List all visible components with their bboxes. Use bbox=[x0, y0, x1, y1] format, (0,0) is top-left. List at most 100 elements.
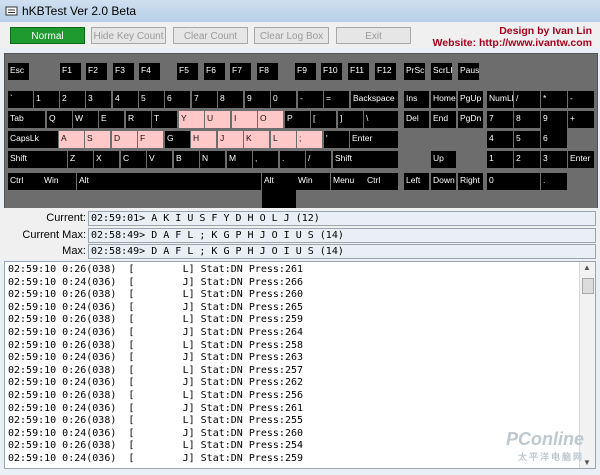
key-v: V bbox=[147, 151, 172, 168]
key-j: J bbox=[218, 131, 243, 148]
max-row: Max: 02:58:49> D A F L ; K G P H J O I U… bbox=[0, 244, 600, 259]
max-label: Max: bbox=[62, 245, 86, 257]
key-sym: \ bbox=[364, 111, 398, 128]
key-n: N bbox=[200, 151, 225, 168]
key-o: O bbox=[258, 111, 283, 128]
log-line: 02:59:10 0:26(038) [ L] Stat:DN Press:25… bbox=[8, 314, 304, 326]
keyboard-panel: EscF1F2F3F4F5F6F7F8F9F10F11F12PrScrScrLk… bbox=[4, 53, 598, 210]
key-k: K bbox=[244, 131, 269, 148]
key-f10: F10 bbox=[321, 63, 342, 80]
toolbar: Normal Hide Key Count Clear Count Clear … bbox=[0, 22, 600, 49]
key-sym: - bbox=[298, 91, 323, 108]
key-5: 5 bbox=[139, 91, 164, 108]
key-m: M bbox=[227, 151, 252, 168]
designer-credit: Design by Ivan Lin bbox=[499, 25, 592, 37]
key-f11: F11 bbox=[348, 63, 369, 80]
key-sym: ' bbox=[324, 131, 349, 148]
key-8: 8 bbox=[514, 111, 540, 128]
clear-log-box-button[interactable]: Clear Log Box bbox=[254, 27, 329, 44]
scroll-up-icon[interactable]: ▲ bbox=[583, 263, 591, 272]
key-sym: [ bbox=[311, 111, 336, 128]
key-home: Home bbox=[431, 91, 456, 108]
current-label: Current: bbox=[46, 212, 86, 224]
clear-count-button[interactable]: Clear Count bbox=[173, 27, 248, 44]
log-line: 02:59:10 0:24(036) [ J] Stat:DN Press:26… bbox=[8, 402, 304, 414]
key-pgup: PgUp bbox=[458, 91, 483, 108]
key-6: 6 bbox=[541, 131, 567, 148]
key-enter: Enter bbox=[568, 151, 594, 168]
window-title: hKBTest Ver 2.0 Beta bbox=[22, 4, 137, 18]
log-line: 02:59:10 0:24(036) [ J] Stat:DN Press:26… bbox=[8, 352, 304, 364]
key-scrlk: ScrLk bbox=[431, 63, 452, 80]
key-del: Del bbox=[404, 111, 429, 128]
watermark-text: PConline bbox=[505, 429, 584, 449]
key-sym: / bbox=[514, 91, 540, 108]
key-tab: Tab bbox=[8, 111, 45, 128]
key-r: R bbox=[126, 111, 151, 128]
key-h: H bbox=[191, 131, 216, 148]
key-sym: ] bbox=[338, 111, 363, 128]
key-0: 0 bbox=[271, 91, 296, 108]
current-max-row: Current Max: 02:58:49> D A F L ; K G P H… bbox=[0, 228, 600, 243]
log-line: 02:59:10 0:26(038) [ L] Stat:DN Press:25… bbox=[8, 390, 304, 401]
key-a: A bbox=[59, 131, 84, 148]
key-b: B bbox=[174, 151, 199, 168]
key-p: P bbox=[285, 111, 310, 128]
key-2: 2 bbox=[514, 151, 540, 168]
key-shift: Shift bbox=[333, 151, 398, 168]
current-max-value: 02:58:49> D A F L ; K G P H J O I U S (1… bbox=[88, 228, 596, 243]
key-sym: ` bbox=[8, 91, 33, 108]
credits: Design by Ivan Lin Website: http://www.i… bbox=[433, 25, 592, 49]
log-line: 02:59:10 0:26(038) [ L] Stat:DN Press:25… bbox=[8, 339, 304, 351]
stats-panel: Current: 02:59:01> A K I U S F Y D H O L… bbox=[0, 208, 600, 260]
log-line: 02:59:10 0:26(038) [ L] Stat:DN Press:25… bbox=[8, 415, 304, 427]
log-line: 02:59:10 0:24(036) [ J] Stat:DN Press:26… bbox=[8, 427, 304, 439]
current-max-label: Current Max: bbox=[22, 229, 86, 241]
key-3: 3 bbox=[86, 91, 111, 108]
key-numlk: NumLk bbox=[487, 91, 513, 108]
key-x: X bbox=[94, 151, 119, 168]
key-sym: = bbox=[324, 91, 349, 108]
normal-button[interactable]: Normal bbox=[10, 27, 85, 44]
key-t: T bbox=[152, 111, 177, 128]
key-c: C bbox=[121, 151, 146, 168]
key-sym: , bbox=[253, 151, 278, 168]
key-end: End bbox=[431, 111, 456, 128]
log-line: 02:59:10 0:26(038) [ L] Stat:DN Press:25… bbox=[8, 364, 304, 376]
current-value: 02:59:01> A K I U S F Y D H O L J (12) bbox=[88, 211, 596, 226]
key-g: G bbox=[165, 131, 190, 148]
key-ctrl: Ctrl bbox=[8, 173, 42, 190]
log-line: 02:59:10 0:26(038) [ L] Stat:DN Press:25… bbox=[8, 440, 304, 452]
key-l: L bbox=[271, 131, 296, 148]
key-f8: F8 bbox=[257, 63, 278, 80]
log-line: 02:59:10 0:24(036) [ J] Stat:DN Press:25… bbox=[8, 453, 304, 464]
key-f3: F3 bbox=[113, 63, 134, 80]
key-alt: Alt bbox=[77, 173, 111, 190]
scroll-thumb[interactable] bbox=[582, 278, 594, 294]
key-sym: ; bbox=[297, 131, 322, 148]
website-credit[interactable]: Website: http://www.ivantw.com bbox=[433, 37, 592, 49]
exit-button[interactable]: Exit bbox=[336, 27, 411, 44]
key-capslk: CapsLk bbox=[8, 131, 58, 148]
log-line: 02:59:10 0:26(038) [ L] Stat:DN Press:26… bbox=[8, 264, 304, 275]
key-win: Win bbox=[296, 173, 330, 190]
key-left: Left bbox=[404, 173, 429, 190]
scroll-down-icon[interactable]: ▼ bbox=[583, 458, 591, 467]
watermark-logo: PConline 太平洋电脑网 bbox=[506, 429, 584, 463]
key-sym: . bbox=[280, 151, 305, 168]
key-3: 3 bbox=[541, 151, 567, 168]
key-7: 7 bbox=[192, 91, 217, 108]
key-i: I bbox=[232, 111, 257, 128]
key-6: 6 bbox=[165, 91, 190, 108]
key-f2: F2 bbox=[86, 63, 107, 80]
key-sym: - bbox=[568, 91, 594, 108]
key-down: Down bbox=[431, 173, 456, 190]
key-z: Z bbox=[68, 151, 93, 168]
key-prscr: PrScr bbox=[404, 63, 425, 80]
key-f1: F1 bbox=[60, 63, 81, 80]
log-line: 02:59:10 0:24(036) [ J] Stat:DN Press:26… bbox=[8, 301, 304, 313]
key-pgdn: PgDn bbox=[458, 111, 483, 128]
key-1: 1 bbox=[487, 151, 513, 168]
current-row: Current: 02:59:01> A K I U S F Y D H O L… bbox=[0, 211, 600, 226]
hide-key-count-button[interactable]: Hide Key Count bbox=[91, 27, 166, 44]
